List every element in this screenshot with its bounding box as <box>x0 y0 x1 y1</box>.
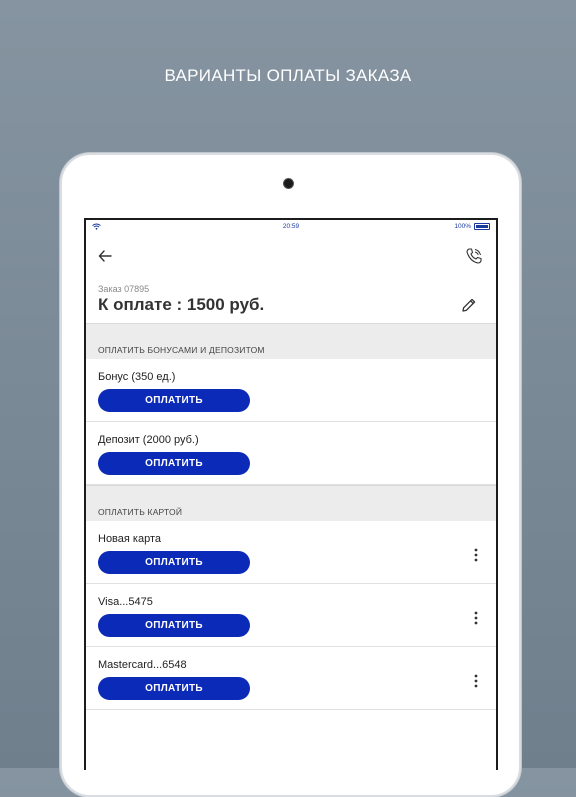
pay-button[interactable]: ОПЛАТИТЬ <box>98 614 250 637</box>
battery-status: 100% <box>454 223 490 230</box>
payment-option-label: Новая карта <box>98 533 161 545</box>
payment-option-label: Visa...5475 <box>98 596 153 608</box>
pay-button[interactable]: ОПЛАТИТЬ <box>98 389 250 412</box>
section-header-bonus: ОПЛАТИТЬ БОНУСАМИ И ДЕПОЗИТОМ <box>86 323 496 360</box>
pay-button[interactable]: ОПЛАТИТЬ <box>98 551 250 574</box>
order-number: Заказ 07895 <box>98 284 150 294</box>
list-item: Visa...5475 ОПЛАТИТЬ <box>86 584 496 647</box>
call-button[interactable] <box>464 246 484 266</box>
battery-icon <box>474 223 490 230</box>
list-item: Mastercard...6548 ОПЛАТИТЬ <box>86 647 496 710</box>
payment-option-label: Mastercard...6548 <box>98 659 187 671</box>
back-button[interactable] <box>96 246 116 266</box>
section-header-card: ОПЛАТИТЬ КАРТОЙ <box>86 485 496 522</box>
list-item: Новая карта ОПЛАТИТЬ <box>86 521 496 584</box>
payment-option-label: Бонус (350 ед.) <box>98 371 176 383</box>
phone-icon <box>466 248 482 264</box>
status-bar: 20:59 100% <box>86 220 496 234</box>
edit-button[interactable] <box>460 296 478 314</box>
pay-button[interactable]: ОПЛАТИТЬ <box>98 452 250 475</box>
more-vertical-icon[interactable] <box>470 610 482 626</box>
more-vertical-icon[interactable] <box>470 547 482 563</box>
promo-headline: ВАРИАНТЫ ОПЛАТЫ ЗАКАЗА <box>164 66 412 85</box>
pay-button[interactable]: ОПЛАТИТЬ <box>98 677 250 700</box>
section-title: ОПЛАТИТЬ БОНУСАМИ И ДЕПОЗИТОМ <box>98 345 265 355</box>
section-title: ОПЛАТИТЬ КАРТОЙ <box>98 507 183 517</box>
arrow-left-icon <box>98 250 112 262</box>
status-time: 20:59 <box>282 223 300 230</box>
app-screen: 20:59 100% Заказ 07895 К оплате : 1500 р… <box>84 218 498 770</box>
payment-option-label: Депозит (2000 руб.) <box>98 434 199 446</box>
battery-percent: 100% <box>454 223 471 230</box>
more-vertical-icon[interactable] <box>470 673 482 689</box>
amount-due: К оплате : 1500 руб. <box>98 295 265 314</box>
list-item: Бонус (350 ед.) ОПЛАТИТЬ <box>86 359 496 422</box>
list-item: Депозит (2000 руб.) ОПЛАТИТЬ <box>86 422 496 485</box>
camera-icon <box>283 178 294 189</box>
pencil-icon <box>462 298 476 312</box>
